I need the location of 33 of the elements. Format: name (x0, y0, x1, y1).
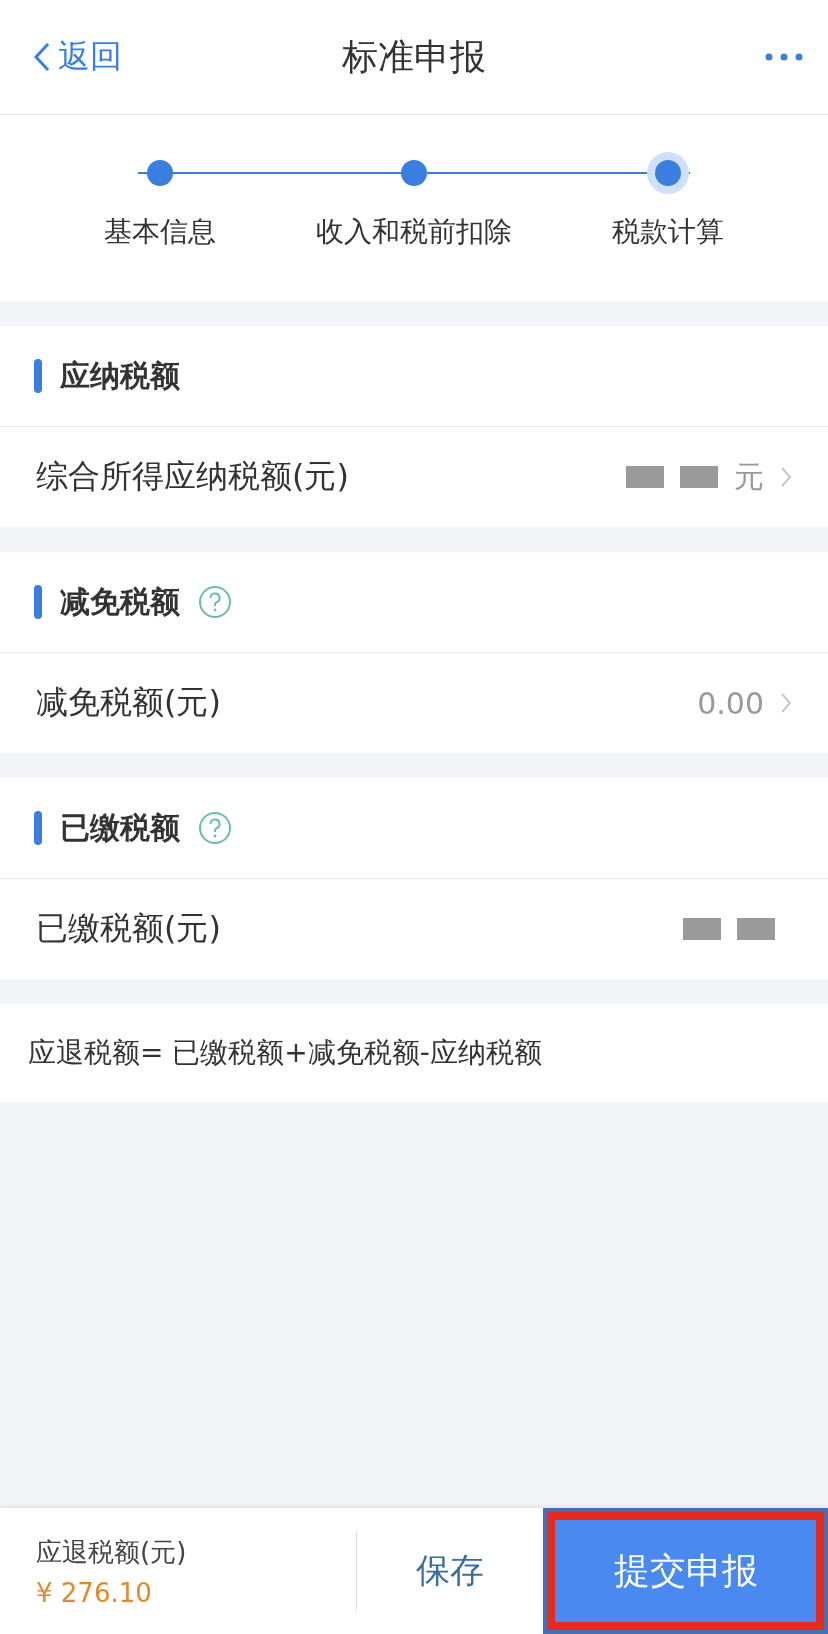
row-label: 综合所得应纳税额(元) (36, 456, 349, 497)
redaction-block (683, 918, 721, 940)
page-title: 标准申报 (342, 34, 486, 79)
save-button[interactable]: 保存 (357, 1508, 543, 1634)
help-icon[interactable] (198, 811, 232, 845)
back-button[interactable]: 返回 (34, 35, 122, 79)
chevron-right-icon (780, 692, 792, 714)
amount-row[interactable]: 已缴税额(元) (0, 879, 828, 979)
row-value: 元 (734, 457, 764, 496)
redaction-block (626, 466, 664, 488)
section-title: 应纳税额 (60, 356, 180, 395)
step-label: 税款计算 (612, 214, 724, 250)
back-icon (34, 42, 50, 72)
step-label: 收入和税前扣除 (316, 214, 512, 250)
section-title: 已缴税额 (60, 808, 180, 847)
row-value: 0.00 (697, 685, 764, 721)
help-icon[interactable] (198, 585, 232, 619)
amount-row[interactable]: 减免税额(元) 0.00 (0, 653, 828, 753)
refund-amount: ¥ 276.10 (36, 1577, 153, 1608)
row-label: 减免税额(元) (36, 682, 221, 723)
chevron-right-icon (780, 466, 792, 488)
formula-text: 应退税额= 已缴税额+减免税额-应纳税额 (28, 1035, 542, 1071)
section-marker (34, 585, 42, 619)
section-marker (34, 359, 42, 393)
step-label: 基本信息 (104, 214, 216, 250)
row-label: 已缴税额(元) (36, 908, 221, 949)
more-icon[interactable] (764, 52, 804, 62)
amount-row[interactable]: 综合所得应纳税额(元) 元 (0, 427, 828, 527)
redaction-block (680, 466, 718, 488)
section-title: 减免税额 (60, 582, 180, 621)
section-marker (34, 811, 42, 845)
refund-label: 应退税额(元) (36, 1535, 188, 1569)
redaction-block (737, 918, 775, 940)
